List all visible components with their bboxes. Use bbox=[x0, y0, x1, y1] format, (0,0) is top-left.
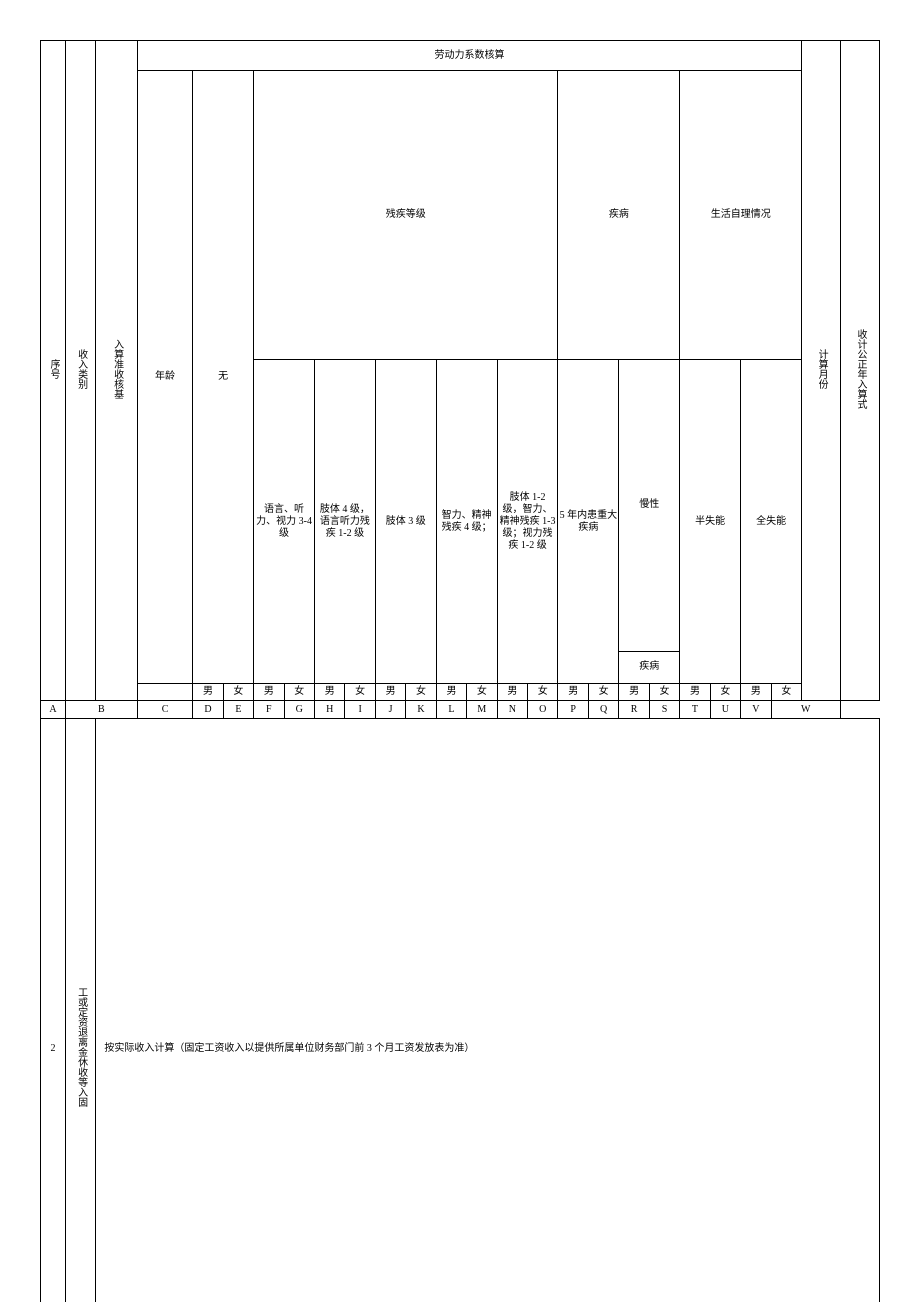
hdr-f: 女 bbox=[649, 684, 679, 701]
letter-row: A B C D E F G H I J K L M N O P Q R S T … bbox=[41, 701, 880, 719]
letter-cell: L bbox=[436, 701, 466, 719]
letter-cell: C bbox=[137, 701, 192, 719]
hdr-f: 女 bbox=[284, 684, 314, 701]
letter-cell: Q bbox=[588, 701, 618, 719]
hdr-f: 女 bbox=[588, 684, 618, 701]
hdr-m: 男 bbox=[619, 684, 649, 701]
letter-cell: T bbox=[680, 701, 710, 719]
hdr-m: 男 bbox=[254, 684, 284, 701]
hdr-age: 年龄 bbox=[137, 71, 192, 684]
table-row: 2 工或定资退离金休收等入固 按实际收入计算（固定工资收入以提供所属单位财务部门… bbox=[41, 719, 880, 1302]
hdr-f: 女 bbox=[223, 684, 253, 701]
row-type: 工或定资退离金休收等入固 bbox=[65, 719, 95, 1302]
hdr-m: 男 bbox=[497, 684, 527, 701]
hdr-f: 女 bbox=[528, 684, 558, 701]
hdr-self-care: 生活自理情况 bbox=[680, 71, 802, 360]
letter-cell: U bbox=[710, 701, 740, 719]
hdr-m: 男 bbox=[193, 684, 223, 701]
letter-cell: K bbox=[406, 701, 436, 719]
hdr-disease2b: 疾病 bbox=[619, 651, 680, 684]
letter-cell: O bbox=[528, 701, 558, 719]
hdr-disease2a: 慢性 bbox=[619, 360, 680, 652]
letter-cell: P bbox=[558, 701, 588, 719]
letter-cell: R bbox=[619, 701, 649, 719]
letter-cell: J bbox=[375, 701, 405, 719]
hdr-m: 男 bbox=[436, 684, 466, 701]
hdr-care1: 半失能 bbox=[680, 360, 741, 684]
letter-cell: N bbox=[497, 701, 527, 719]
hdr-d3: 肢体 3 级 bbox=[375, 360, 436, 684]
hdr-d4: 智力、精神残疾 4 级； bbox=[436, 360, 497, 684]
hdr-d2: 肢体 4 级，语言听力残疾 1-2 级 bbox=[314, 360, 375, 684]
hdr-formula: 收计公正年入算式 bbox=[840, 41, 879, 701]
letter-cell: H bbox=[314, 701, 344, 719]
hdr-m: 男 bbox=[314, 684, 344, 701]
hdr-f: 女 bbox=[406, 684, 436, 701]
letter-cell: I bbox=[345, 701, 375, 719]
letter-cell: M bbox=[467, 701, 497, 719]
hdr-age-blank bbox=[137, 684, 192, 701]
row-desc: 按实际收入计算（固定工资收入以提供所属单位财务部门前 3 个月工资发放表为准） bbox=[96, 719, 880, 1302]
hdr-m: 男 bbox=[680, 684, 710, 701]
hdr-m: 男 bbox=[558, 684, 588, 701]
hdr-seq: 序号 bbox=[41, 41, 66, 701]
hdr-d5: 肢体 1-2 级，智力、精神残疾 1-3 级；视力残疾 1-2 级 bbox=[497, 360, 558, 684]
hdr-m: 男 bbox=[741, 684, 771, 701]
letter-cell: S bbox=[649, 701, 679, 719]
hdr-disability-grade: 残疾等级 bbox=[254, 71, 558, 360]
hdr-d1: 语言、听力、视力 3-4 级 bbox=[254, 360, 315, 684]
hdr-labor-calc: 劳动力系数核算 bbox=[137, 41, 801, 71]
hdr-m: 男 bbox=[375, 684, 405, 701]
hdr-care2: 全失能 bbox=[741, 360, 802, 684]
hdr-none: 无 bbox=[193, 71, 254, 684]
hdr-disease1: 5 年内患重大疾病 bbox=[558, 360, 619, 684]
hdr-calc-base: 入算准收核基 bbox=[96, 41, 138, 701]
letter-cell: B bbox=[65, 701, 137, 719]
letter-cell: V bbox=[741, 701, 771, 719]
hdr-f: 女 bbox=[710, 684, 740, 701]
hdr-f: 女 bbox=[771, 684, 802, 701]
letter-cell: G bbox=[284, 701, 314, 719]
hdr-disease: 疾病 bbox=[558, 71, 680, 360]
letter-cell: E bbox=[223, 701, 253, 719]
hdr-f: 女 bbox=[345, 684, 375, 701]
row-seq: 2 bbox=[41, 719, 66, 1302]
letter-cell: A bbox=[41, 701, 66, 719]
main-table: 序号 收入类别 入算准收核基 劳动力系数核算 计算月份 收计公正年入算式 年龄 … bbox=[40, 40, 880, 1302]
hdr-calc-month: 计算月份 bbox=[802, 41, 841, 701]
hdr-f: 女 bbox=[467, 684, 497, 701]
letter-cell: D bbox=[193, 701, 223, 719]
hdr-income-type: 收入类别 bbox=[65, 41, 95, 701]
letter-cell: W bbox=[771, 701, 840, 719]
letter-cell: F bbox=[254, 701, 284, 719]
